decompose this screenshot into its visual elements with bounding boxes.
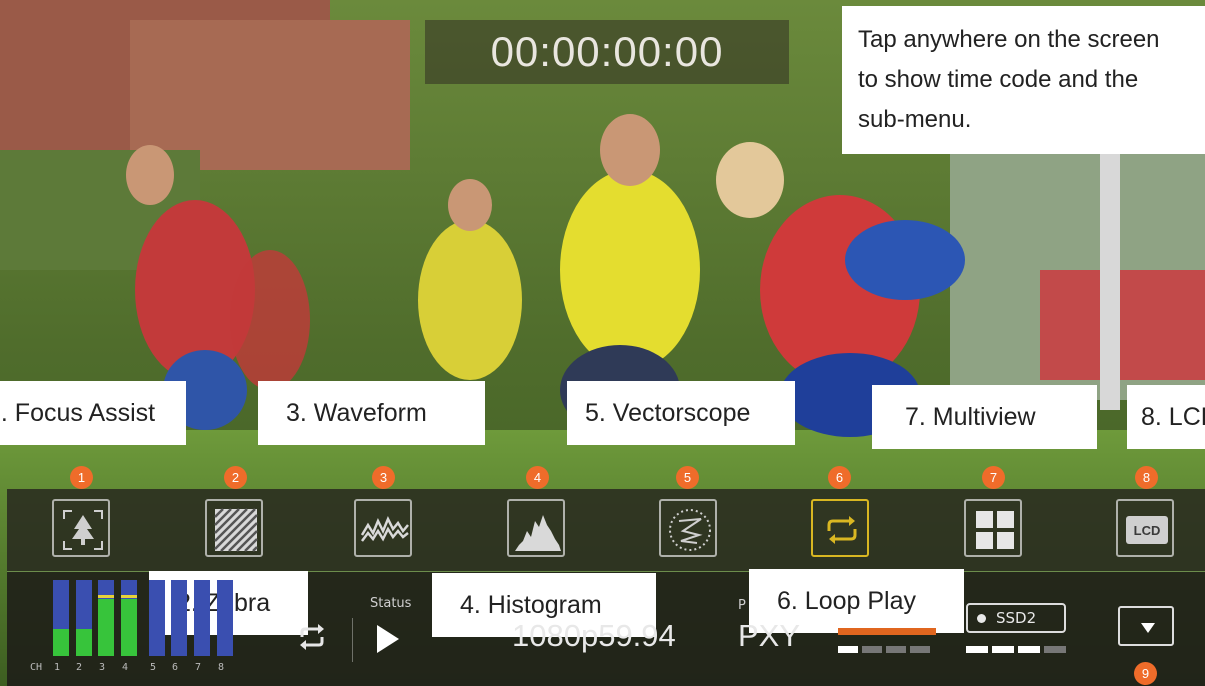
video-format: 1080p59.94	[512, 618, 676, 653]
ssd1-bar-segment	[862, 646, 882, 653]
instruction-note: Tap anywhere on the screen to show time …	[842, 6, 1205, 154]
badge-2: 2	[224, 466, 247, 489]
audio-meter-bar	[121, 580, 137, 656]
waveform-button[interactable]	[354, 499, 412, 557]
badge-3: 3	[372, 466, 395, 489]
submenu-dropdown-button[interactable]	[1118, 606, 1174, 646]
status-divider	[352, 618, 353, 662]
badge-1: 1	[70, 466, 93, 489]
audio-ch-2: 2	[76, 662, 83, 673]
lcd-label: LCD	[1134, 523, 1161, 538]
waveform-icon	[360, 515, 409, 542]
monitoring-toolbar	[7, 489, 1205, 571]
audio-meter-fill	[76, 629, 92, 656]
audio-ch-8: 8	[218, 662, 225, 673]
histogram-button[interactable]	[507, 499, 565, 557]
ssd1-bar-segment	[910, 646, 930, 653]
loop-status-icon	[300, 624, 324, 650]
badge-5: 5	[676, 466, 699, 489]
ssd2-bar-segment	[966, 646, 988, 653]
audio-meter-bar	[76, 580, 92, 656]
callout-waveform: 3. Waveform	[258, 381, 485, 445]
ssd2-bar-segment	[1018, 646, 1040, 653]
chevron-down-icon	[1141, 623, 1155, 633]
audio-meter-bar	[98, 580, 114, 656]
callout-lcd: 8. LCD	[1127, 385, 1205, 449]
audio-ch-6: 6	[172, 662, 179, 673]
audio-meter-fill	[53, 629, 69, 656]
multiview-button[interactable]	[964, 499, 1022, 557]
audio-ch-3: 3	[99, 662, 106, 673]
callout-focus-assist: 1. Focus Assist	[0, 381, 186, 445]
ssd1-bar-segment	[886, 646, 906, 653]
ssd1-indicator	[838, 628, 936, 635]
ssd1-bar-segment	[838, 646, 858, 653]
ssd2-record-dot	[977, 614, 986, 623]
callout-multiview: 7. Multiview	[872, 385, 1097, 449]
focus-assist-button[interactable]	[52, 499, 110, 557]
ssd2-bar-segment	[992, 646, 1014, 653]
ssd2-bar-segment	[1044, 646, 1066, 653]
badge-7: 7	[982, 466, 1005, 489]
timecode-display: 00:00:00:00	[425, 20, 789, 84]
audio-meter-bar	[53, 580, 69, 656]
audio-channel-label: CH	[30, 662, 43, 673]
badge-4: 4	[526, 466, 549, 489]
focus-assist-icon	[63, 510, 103, 550]
histogram-icon	[515, 515, 561, 551]
badge-6: 6	[828, 466, 851, 489]
badge-9: 9	[1134, 662, 1157, 685]
audio-meter-bar	[217, 580, 233, 656]
status-label: Status	[370, 596, 412, 611]
lcd-icon: LCD	[1126, 516, 1168, 544]
callout-vectorscope: 5. Vectorscope	[567, 381, 795, 445]
audio-ch-4: 4	[122, 662, 129, 673]
instruction-text: Tap anywhere on the screen to show time …	[858, 26, 1160, 133]
audio-ch-5: 5	[150, 662, 157, 673]
audio-peak-marker	[121, 595, 137, 598]
codec-value: PXY	[738, 618, 801, 653]
zebra-icon	[214, 508, 258, 552]
badge-8: 8	[1135, 466, 1158, 489]
audio-meter-bar	[194, 580, 210, 656]
audio-meter-bar	[149, 580, 165, 656]
audio-meter-fill	[98, 599, 114, 656]
ssd2-slot[interactable]: SSD2	[966, 603, 1066, 633]
audio-meter-bar	[171, 580, 187, 656]
loop-play-icon	[827, 516, 857, 544]
ssd2-label: SSD2	[996, 609, 1037, 627]
audio-peak-marker	[98, 595, 114, 598]
audio-meter-fill	[121, 599, 137, 656]
audio-ch-1: 1	[54, 662, 61, 673]
codec-label: P	[738, 598, 746, 613]
vectorscope-icon	[669, 509, 711, 551]
audio-ch-7: 7	[195, 662, 202, 673]
zebra-button[interactable]	[205, 499, 263, 557]
play-icon[interactable]	[373, 622, 403, 656]
vectorscope-button[interactable]	[659, 499, 717, 557]
lcd-button[interactable]: LCD	[1116, 499, 1174, 557]
loop-play-button[interactable]	[811, 499, 869, 557]
multiview-icon	[976, 511, 1014, 549]
